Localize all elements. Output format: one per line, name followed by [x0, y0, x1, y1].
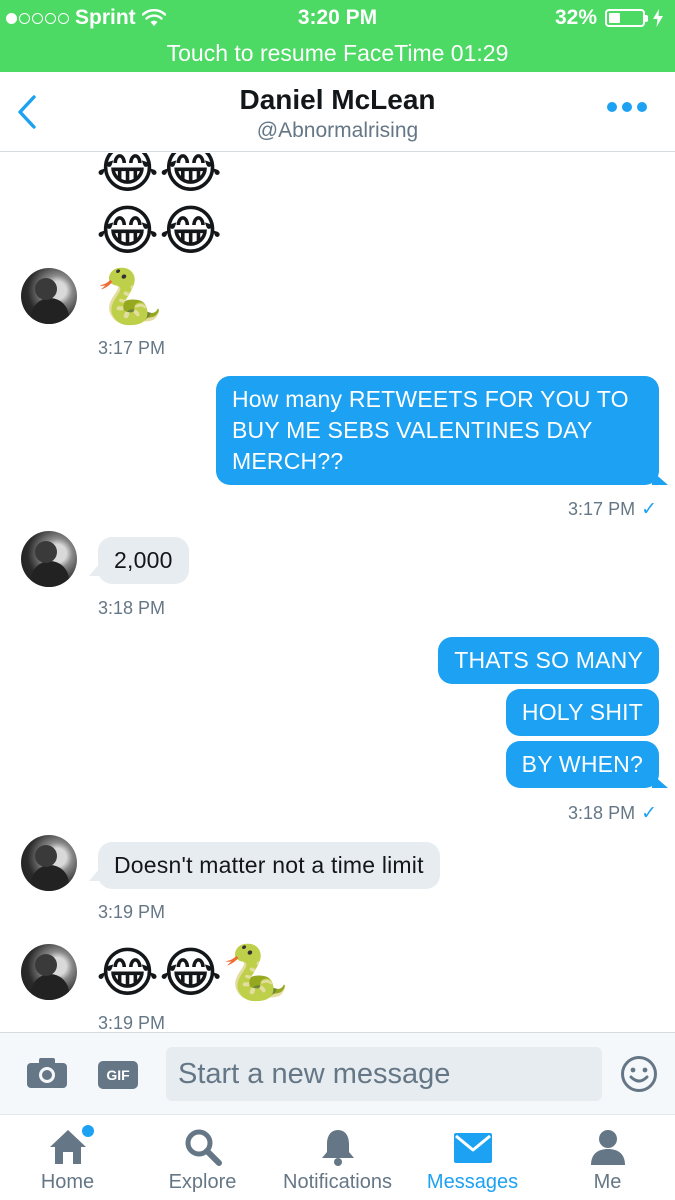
- message-composer: GIF: [0, 1032, 675, 1114]
- emoji-message: 🐍: [96, 265, 164, 328]
- read-check-icon: ✓: [641, 803, 657, 824]
- conversation-thread[interactable]: 😂😂 😂😂 🐍 3:17 PM How many RETWEETS FOR YO…: [0, 153, 675, 1032]
- tab-messages[interactable]: Messages: [405, 1115, 540, 1200]
- outgoing-message[interactable]: BY WHEN?: [505, 741, 659, 788]
- more-dot-icon: [637, 102, 647, 112]
- avatar[interactable]: [21, 835, 77, 891]
- incoming-message[interactable]: 2,000: [98, 537, 189, 584]
- contact-handle: @Abnormalrising: [256, 119, 419, 142]
- tab-label: Home: [40, 1171, 95, 1193]
- tab-me[interactable]: Me: [540, 1115, 675, 1200]
- message-timestamp-row: 3:18 PM ✓: [568, 802, 657, 825]
- tab-label: Explore: [168, 1171, 237, 1193]
- battery-icon: [605, 9, 648, 27]
- avatar[interactable]: [21, 531, 77, 587]
- message-timestamp: 3:17 PM: [568, 499, 636, 519]
- message-timestamp: 3:19 PM: [98, 902, 166, 922]
- avatar[interactable]: [21, 944, 77, 1000]
- incoming-message[interactable]: Doesn't matter not a time limit: [98, 842, 440, 889]
- outgoing-message[interactable]: HOLY SHIT: [505, 689, 659, 736]
- search-icon: [183, 1127, 223, 1172]
- tab-notifications[interactable]: Notifications: [270, 1115, 405, 1200]
- message-timestamp: 3:18 PM: [568, 803, 636, 823]
- more-dot-icon: [622, 102, 632, 112]
- outgoing-message[interactable]: THATS SO MANY: [438, 637, 659, 684]
- envelope-icon: [453, 1127, 493, 1170]
- message-timestamp: 3:18 PM: [98, 598, 166, 618]
- home-icon: [46, 1125, 94, 1167]
- emoji-message: 😂😂🐍: [96, 941, 290, 1004]
- tab-label: Messages: [426, 1171, 519, 1193]
- smiley-icon: [621, 1056, 657, 1092]
- more-dot-icon: [607, 102, 617, 112]
- status-bar: Sprint 3:20 PM 32%: [0, 0, 675, 36]
- conversation-header: Daniel McLean @Abnormalrising: [0, 72, 675, 152]
- message-input[interactable]: [166, 1047, 602, 1101]
- camera-icon: [27, 1058, 67, 1088]
- emoji-picker-button[interactable]: [620, 1055, 658, 1098]
- contact-name[interactable]: Daniel McLean: [0, 84, 675, 116]
- charging-bolt-icon: [653, 9, 663, 27]
- tab-label: Me: [593, 1171, 622, 1193]
- message-timestamp-row: 3:17 PM ✓: [568, 498, 657, 521]
- tab-label: Notifications: [283, 1171, 392, 1193]
- emoji-message: 😂😂: [96, 199, 223, 262]
- person-icon: [588, 1127, 628, 1172]
- tab-explore[interactable]: Explore: [135, 1115, 270, 1200]
- avatar[interactable]: [21, 268, 77, 324]
- message-timestamp: 3:19 PM: [98, 1013, 166, 1032]
- status-right: 32%: [555, 6, 663, 30]
- tab-home[interactable]: Home: [0, 1115, 135, 1200]
- facetime-resume-banner[interactable]: Touch to resume FaceTime 01:29: [0, 36, 675, 72]
- bell-icon: [318, 1127, 358, 1172]
- outgoing-message[interactable]: How many RETWEETS FOR YOU TO BUY ME SEBS…: [216, 376, 659, 485]
- notification-dot: [81, 1125, 94, 1137]
- tab-bar: Home Explore Notifications Messages Me: [0, 1114, 675, 1200]
- camera-button[interactable]: [26, 1057, 68, 1094]
- more-options-button[interactable]: [607, 102, 647, 112]
- message-timestamp: 3:17 PM: [98, 338, 166, 358]
- emoji-message: 😂😂: [96, 153, 223, 200]
- gif-button[interactable]: GIF: [98, 1061, 138, 1089]
- battery-percent: 32%: [554, 6, 597, 29]
- read-check-icon: ✓: [641, 499, 657, 520]
